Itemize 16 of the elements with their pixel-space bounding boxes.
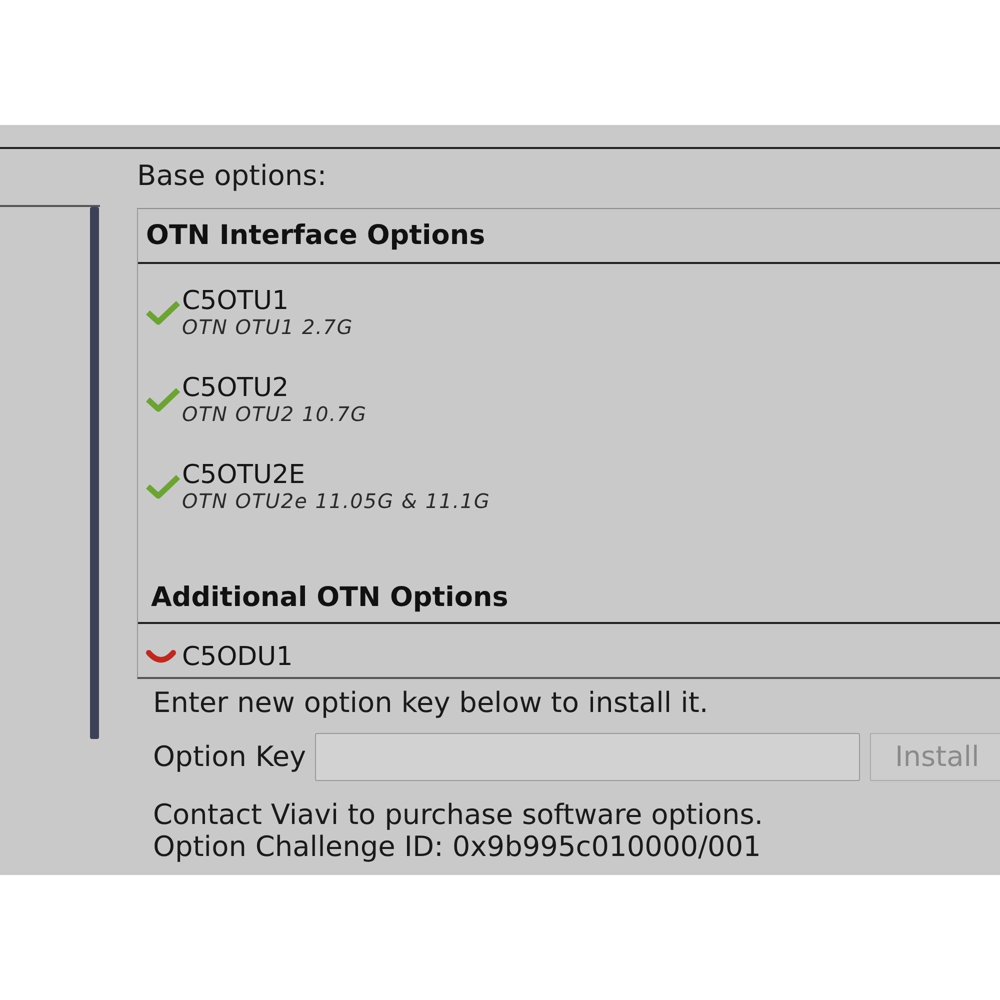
contact-text: Contact Viavi to purchase software options. (153, 799, 764, 831)
option-description: OTN OTU2e 11.05G & 11.1G (182, 490, 490, 512)
option-key-field[interactable] (315, 733, 860, 781)
scrollbar[interactable] (90, 207, 99, 739)
challenge-id-text: Option Challenge ID: 0x9b995c010000/001 (153, 831, 761, 863)
install-prompt: Enter new option key below to install it. (153, 687, 708, 719)
option-description: OTN OTU1 2.7G (182, 316, 354, 338)
option-name: C5OTU1 (182, 286, 289, 316)
option-key-label: Option Key (153, 741, 306, 773)
base-options-label: Base options: (137, 159, 327, 193)
option-name: C5ODU1 (182, 642, 293, 672)
option-description: OTN OTU2 10.7G (182, 403, 367, 425)
option-name: C5OTU2E (182, 460, 306, 490)
section-heading: OTN Interface Options (146, 220, 486, 252)
option-name: C5OTU2 (182, 373, 289, 403)
section-heading: Additional OTN Options (151, 582, 508, 614)
